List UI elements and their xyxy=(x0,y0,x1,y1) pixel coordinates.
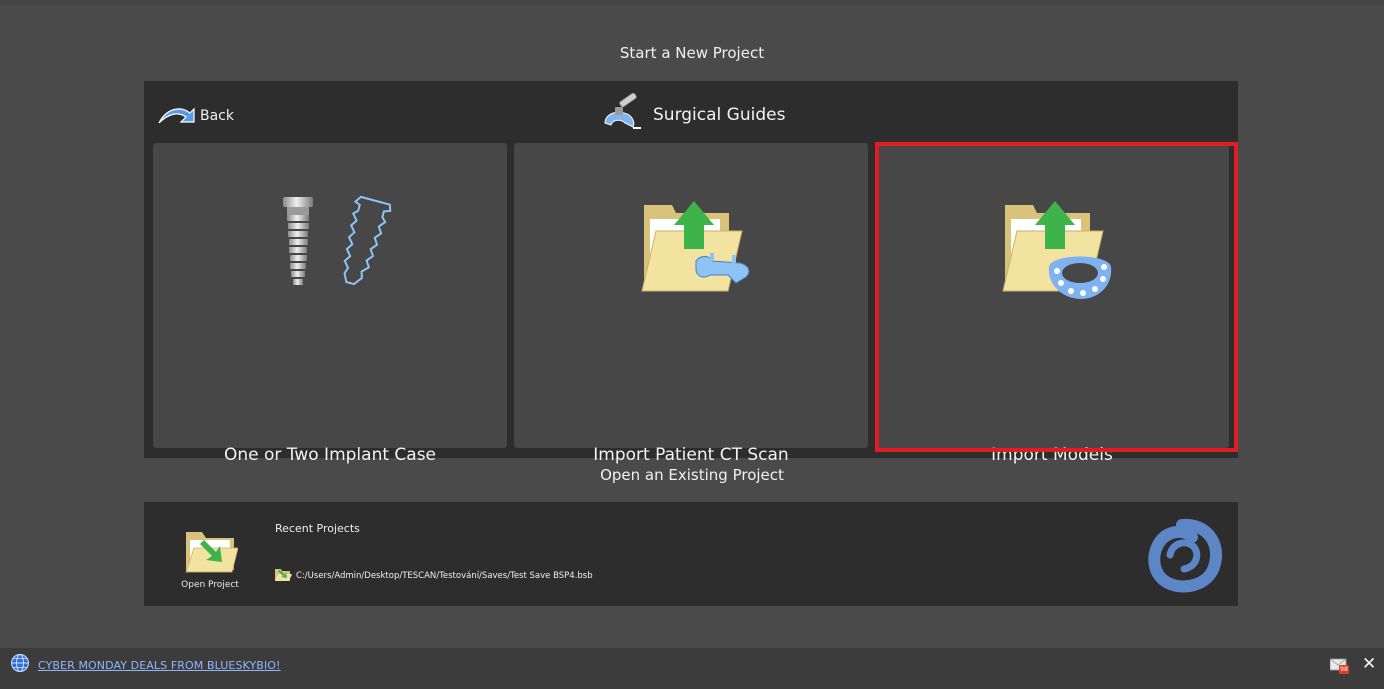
tile-label: Import Models xyxy=(991,445,1113,465)
tile-import-models[interactable]: Import Models xyxy=(875,143,1229,465)
open-project-label: Open Project xyxy=(181,580,239,590)
open-existing-project-heading: Open an Existing Project xyxy=(600,466,784,484)
close-icon[interactable]: ✕ xyxy=(1362,654,1376,674)
mail-button[interactable]: 98 xyxy=(1329,657,1350,677)
import-models-folder-icon xyxy=(875,143,1229,317)
promo-link[interactable]: CYBER MONDAY DEALS FROM BLUESKYBIO! xyxy=(10,653,281,677)
start-new-project-heading: Start a New Project xyxy=(619,44,765,62)
blueskybio-logo xyxy=(1140,515,1224,599)
tile-label: Import Patient CT Scan xyxy=(593,445,789,465)
tile-label: One or Two Implant Case xyxy=(223,445,437,465)
mail-count-badge: 98 xyxy=(1339,665,1349,674)
open-project-panel: Open Project Recent Projects C:/Users/Ad… xyxy=(144,502,1238,606)
dental-implant-icon xyxy=(153,143,507,307)
recent-project-item[interactable]: C:/Users/Admin/Desktop/TESCAN/Testování/… xyxy=(274,567,593,585)
tile-one-or-two-implant-case[interactable]: One or Two Implant Case xyxy=(153,143,507,465)
window-top-edge xyxy=(0,0,1384,5)
back-button[interactable]: Back xyxy=(156,103,234,129)
status-bar: CYBER MONDAY DEALS FROM BLUESKYBIO! 98 ✕ xyxy=(0,648,1384,689)
tile-import-patient-ct-scan[interactable]: Import Patient CT Scan xyxy=(514,143,868,465)
import-ct-folder-icon xyxy=(514,143,868,317)
project-file-icon xyxy=(274,566,292,586)
recent-projects-heading: Recent Projects xyxy=(275,522,360,535)
globe-icon xyxy=(10,653,30,677)
surgical-guide-icon xyxy=(599,92,643,137)
panel-title: Surgical Guides xyxy=(653,105,786,125)
back-arrow-icon xyxy=(156,103,196,129)
panel-header: Surgical Guides xyxy=(599,92,786,137)
recent-project-path: C:/Users/Admin/Desktop/TESCAN/Testování/… xyxy=(296,571,593,581)
open-project-button[interactable]: Open Project xyxy=(172,516,248,596)
surgical-guides-panel: Back Surgical Guides One or Two Implant … xyxy=(144,81,1238,465)
open-folder-icon xyxy=(182,518,239,578)
promo-text: CYBER MONDAY DEALS FROM BLUESKYBIO! xyxy=(38,658,281,672)
back-label: Back xyxy=(200,108,234,124)
